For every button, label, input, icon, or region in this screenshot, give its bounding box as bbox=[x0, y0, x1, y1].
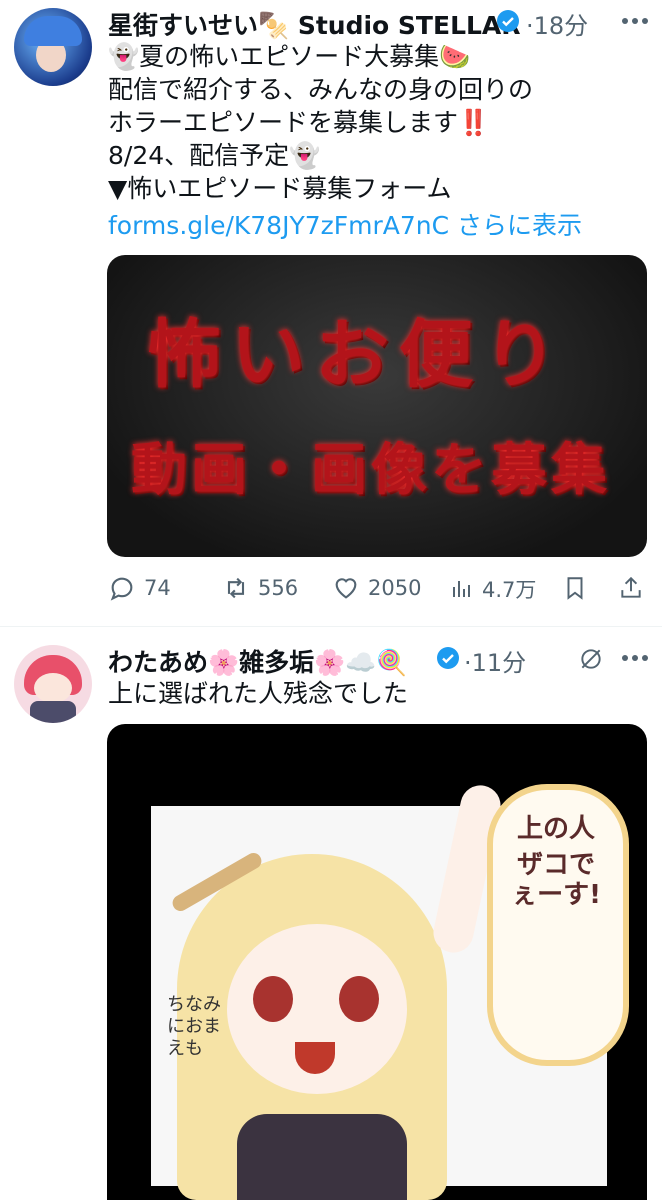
tweet-image[interactable]: 上の人 ザコでぇーす! ちなみにおまえも bbox=[107, 724, 647, 1200]
tweet-line: 👻夏の怖いエピソード大募集🍉 bbox=[108, 42, 471, 71]
like-button[interactable]: 2050 bbox=[332, 574, 421, 602]
heart-icon bbox=[335, 578, 357, 599]
more-icon[interactable] bbox=[620, 14, 650, 28]
tweet-divider bbox=[0, 626, 662, 627]
image-caption-line2: 動画・画像を募集 bbox=[131, 437, 611, 503]
reply-icon bbox=[110, 577, 133, 601]
author-name[interactable]: 星街すいせい🍢 Studio STELLAR bbox=[108, 6, 521, 42]
bookmark-icon[interactable] bbox=[562, 574, 588, 602]
reply-button[interactable]: 74 bbox=[108, 574, 171, 602]
image-caption-line1: 怖いお便り bbox=[147, 312, 567, 398]
view-count: 4.7万 bbox=[482, 578, 537, 602]
character-eye bbox=[339, 976, 379, 1022]
retweet-count: 556 bbox=[258, 576, 299, 600]
tweet-line: 8/24、配信予定👻 bbox=[108, 141, 321, 170]
character-uniform bbox=[237, 1114, 407, 1200]
form-link[interactable]: forms.gle/K78JY7zFmrA7nC bbox=[108, 211, 449, 240]
verified-icon bbox=[497, 10, 519, 32]
timestamp[interactable]: ·18分 bbox=[526, 6, 588, 41]
avatar[interactable] bbox=[14, 645, 92, 723]
more-icon[interactable] bbox=[620, 651, 650, 665]
show-more-link[interactable]: さらに表示 bbox=[457, 211, 582, 240]
bubble-text: 上の人 ザコでぇーす! bbox=[511, 814, 601, 910]
bubble-line2: ザコでぇーす! bbox=[511, 850, 601, 910]
verified-icon bbox=[437, 647, 459, 669]
like-count: 2050 bbox=[368, 576, 422, 600]
author-name[interactable]: わたあめ🌸雑多垢🌸☁️🍭 bbox=[108, 643, 408, 679]
side-text: ちなみにおまえも bbox=[167, 994, 221, 1059]
share-icon[interactable] bbox=[618, 574, 644, 602]
retweet-button[interactable]: 556 bbox=[222, 574, 298, 602]
timestamp[interactable]: ·11分 bbox=[464, 643, 526, 678]
views-icon bbox=[453, 581, 470, 597]
tweet-text: 上に選ばれた人残念でした bbox=[108, 679, 409, 708]
tweet-image[interactable]: 怖いお便り 動画・画像を募集 bbox=[107, 255, 647, 557]
grok-icon[interactable] bbox=[578, 646, 604, 672]
tweet-text: 👻夏の怖いエピソード大募集🍉 配信で紹介する、みんなの身の回りの ホラーエピソー… bbox=[108, 40, 582, 242]
views-button[interactable]: 4.7万 bbox=[450, 574, 536, 604]
tweet-line: ホラーエピソードを募集します‼️ bbox=[108, 108, 490, 137]
retweet-icon bbox=[227, 577, 245, 599]
tweet-line: 配信で紹介する、みんなの身の回りの bbox=[108, 75, 534, 104]
bubble-line1: 上の人 bbox=[516, 814, 595, 844]
avatar[interactable] bbox=[14, 8, 92, 86]
tweet-line: ▼怖いエピソード募集フォーム bbox=[108, 174, 452, 203]
reply-count: 74 bbox=[144, 576, 171, 600]
character-eye bbox=[253, 976, 293, 1022]
